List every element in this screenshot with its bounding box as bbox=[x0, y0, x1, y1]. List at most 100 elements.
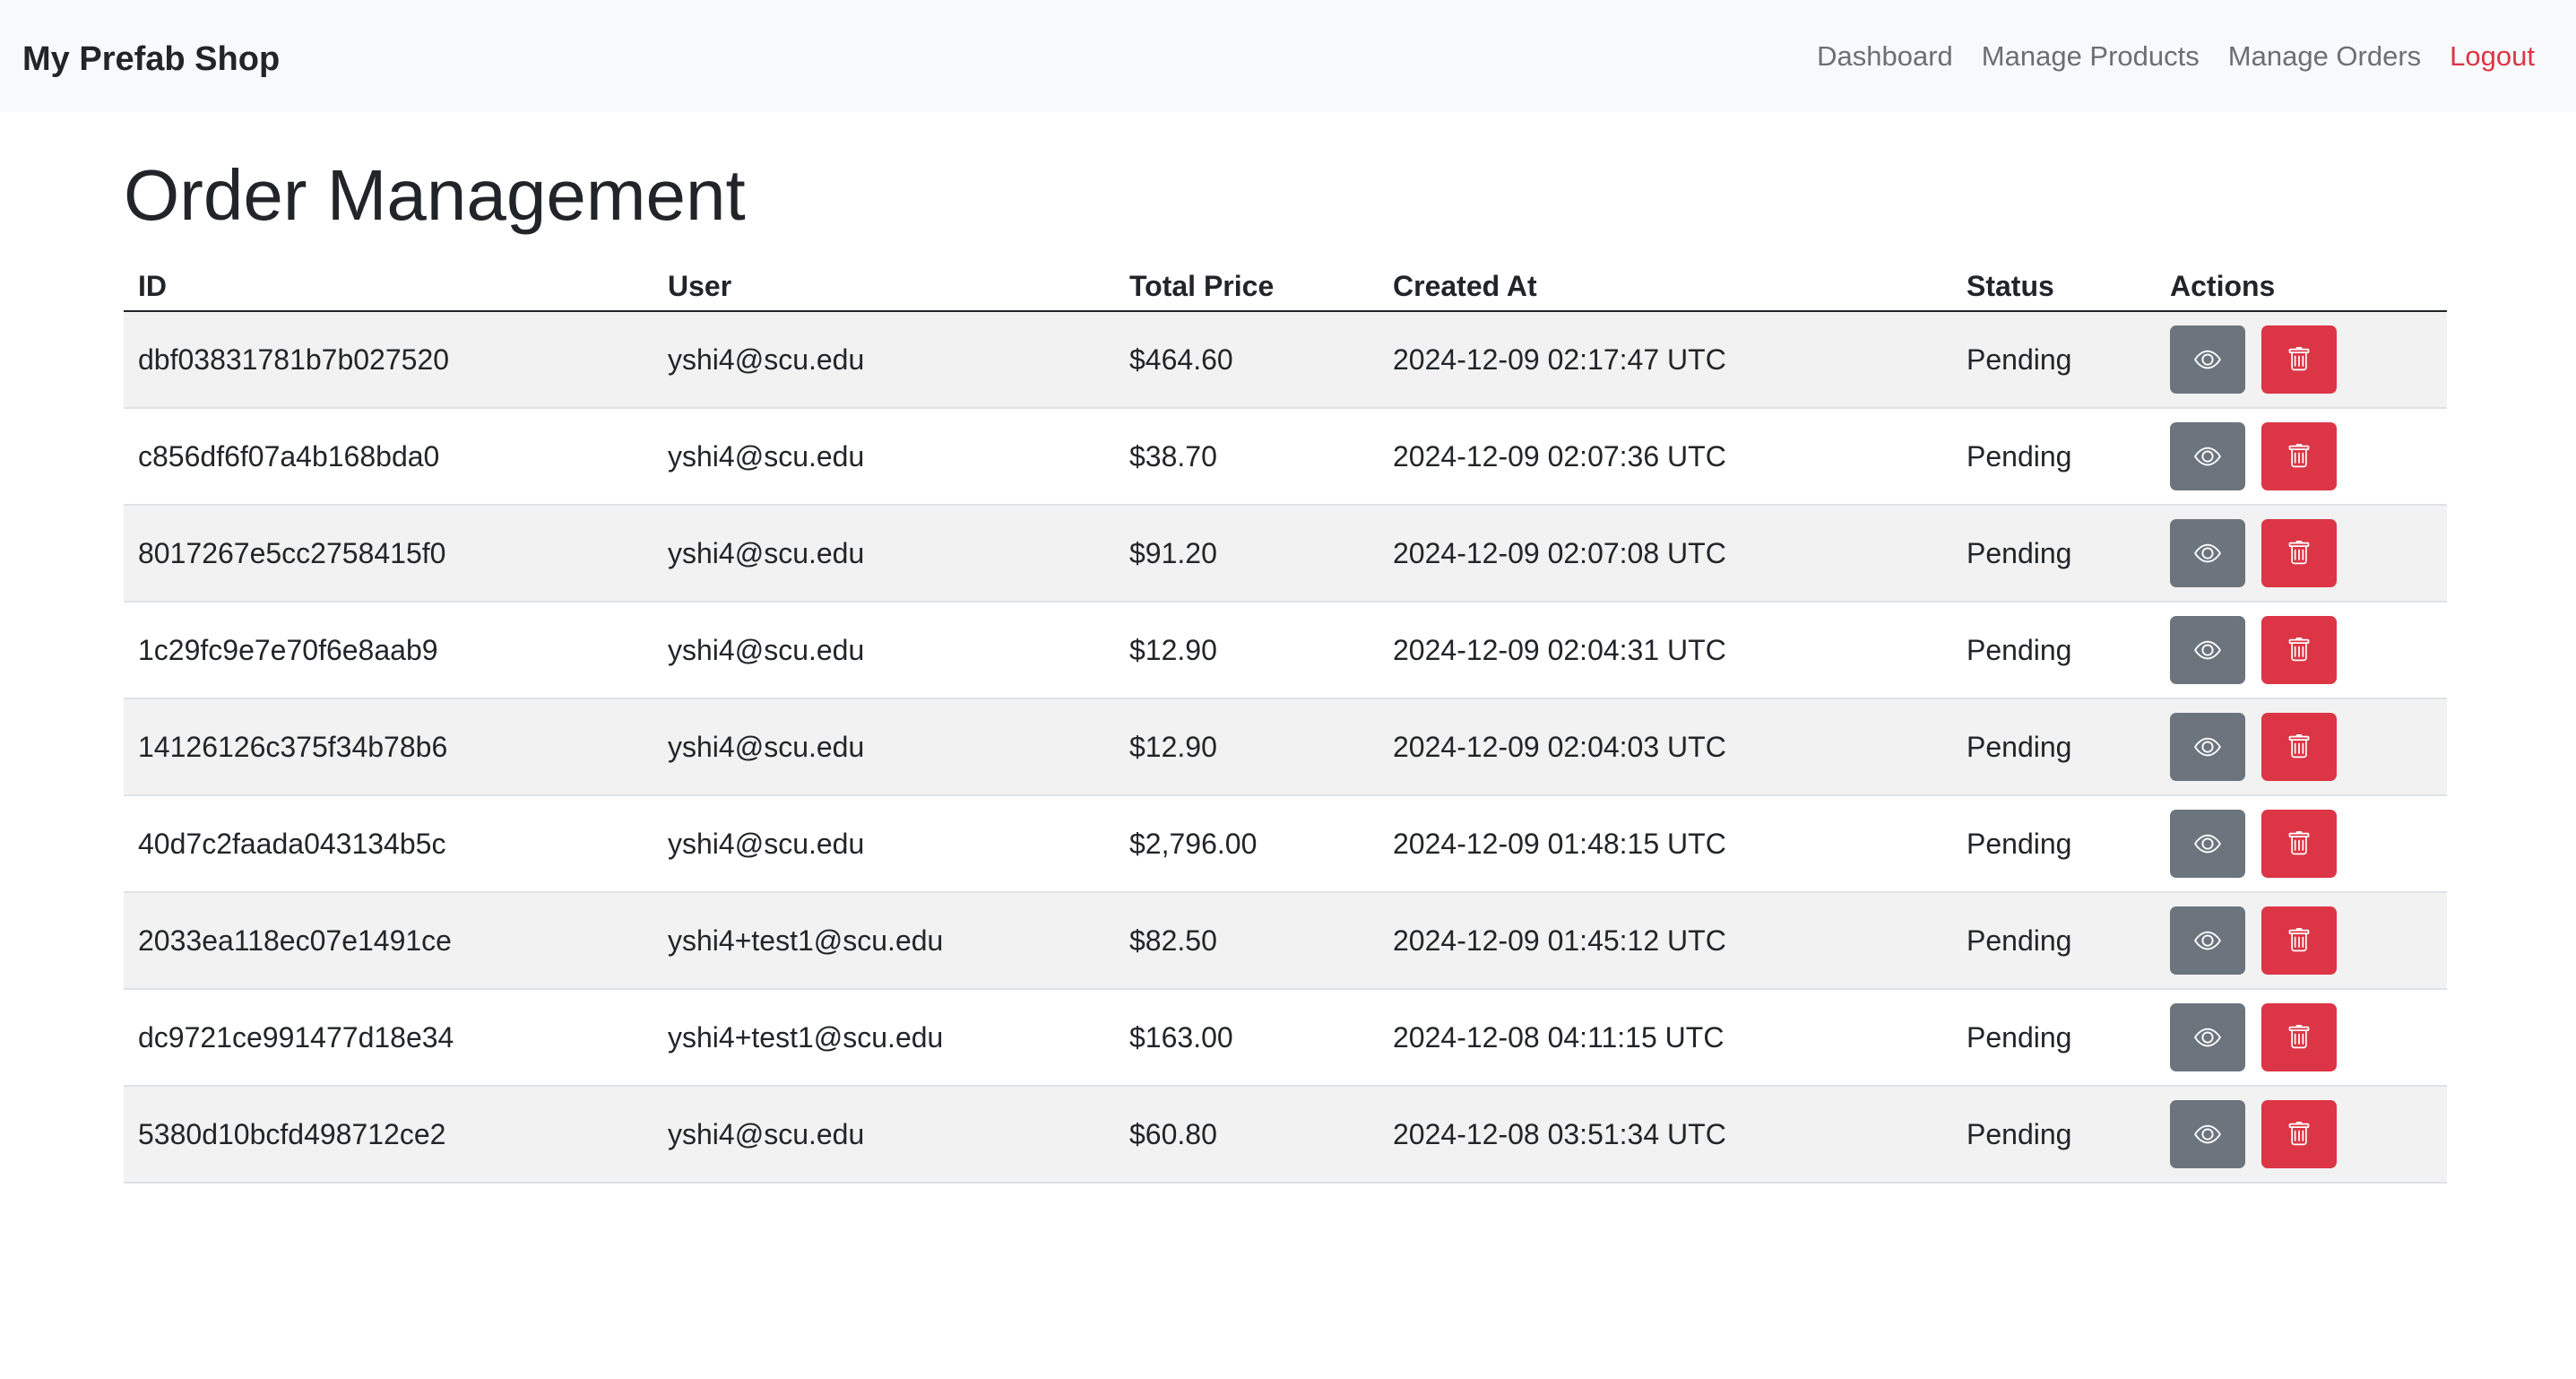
table-row: dc9721ce991477d18e34 yshi4+test1@scu.edu $… bbox=[124, 989, 2447, 1087]
order-id-cell: 40d7c2faada043134b5c bbox=[124, 795, 653, 893]
row-actions bbox=[2170, 519, 2433, 587]
delete-order-button[interactable] bbox=[2261, 519, 2337, 587]
order-created-cell: 2024-12-09 02:04:03 UTC bbox=[1379, 698, 1952, 796]
eye-icon bbox=[2194, 830, 2221, 857]
table-header-row: ID User Total Price Created At Status Ac… bbox=[124, 262, 2447, 312]
order-created-cell: 2024-12-09 01:48:15 UTC bbox=[1379, 795, 1952, 893]
view-order-button[interactable] bbox=[2170, 519, 2245, 587]
table-row: 1c29fc9e7e70f6e8aab9 yshi4@scu.edu $12.90 2… bbox=[124, 602, 2447, 699]
header-actions: Actions bbox=[2156, 262, 2447, 312]
navbar-brand[interactable]: My Prefab Shop bbox=[22, 33, 280, 79]
order-created-cell: 2024-12-09 02:07:36 UTC bbox=[1379, 408, 1952, 506]
order-created-cell: 2024-12-08 04:11:15 UTC bbox=[1379, 989, 1952, 1087]
view-order-button[interactable] bbox=[2170, 1003, 2245, 1071]
order-user-cell: yshi4+test1@scu.edu bbox=[653, 989, 1115, 1087]
order-total-cell: $82.50 bbox=[1115, 892, 1379, 990]
table-row: dbf03831781b7b027520 yshi4@scu.edu $464.60… bbox=[124, 311, 2447, 409]
order-created-cell: 2024-12-09 01:45:12 UTC bbox=[1379, 892, 1952, 990]
view-order-button[interactable] bbox=[2170, 616, 2245, 684]
order-status-cell: Pending bbox=[1952, 602, 2156, 699]
row-actions bbox=[2170, 616, 2433, 684]
order-id-cell: 8017267e5cc2758415f0 bbox=[124, 505, 653, 603]
table-row: 8017267e5cc2758415f0 yshi4@scu.edu $91.20 2… bbox=[124, 505, 2447, 603]
trash-icon bbox=[2286, 1122, 2312, 1147]
nav-link-logout[interactable]: Logout bbox=[2450, 40, 2535, 73]
view-order-button[interactable] bbox=[2170, 906, 2245, 975]
view-order-button[interactable] bbox=[2170, 325, 2245, 394]
delete-order-button[interactable] bbox=[2261, 422, 2337, 490]
order-status-cell: Pending bbox=[1952, 311, 2156, 409]
order-status-cell: Pending bbox=[1952, 408, 2156, 506]
delete-order-button[interactable] bbox=[2261, 616, 2337, 684]
order-total-cell: $12.90 bbox=[1115, 698, 1379, 796]
order-total-cell: $163.00 bbox=[1115, 989, 1379, 1087]
order-actions-cell bbox=[2156, 1086, 2447, 1184]
nav-link-dashboard[interactable]: Dashboard bbox=[1817, 40, 1953, 73]
delete-order-button[interactable] bbox=[2261, 810, 2337, 878]
order-total-cell: $464.60 bbox=[1115, 311, 1379, 409]
order-user-cell: yshi4@scu.edu bbox=[653, 795, 1115, 893]
order-user-cell: yshi4@scu.edu bbox=[653, 698, 1115, 796]
trash-icon bbox=[2286, 347, 2312, 372]
order-id-cell: 1c29fc9e7e70f6e8aab9 bbox=[124, 602, 653, 699]
order-user-cell: yshi4@scu.edu bbox=[653, 311, 1115, 409]
row-actions bbox=[2170, 1003, 2433, 1071]
delete-order-button[interactable] bbox=[2261, 1100, 2337, 1168]
table-row: 2033ea118ec07e1491ce yshi4+test1@scu.edu $… bbox=[124, 892, 2447, 990]
nav-link-manage-orders[interactable]: Manage Orders bbox=[2228, 40, 2421, 73]
eye-icon bbox=[2194, 1024, 2221, 1051]
order-created-cell: 2024-12-09 02:07:08 UTC bbox=[1379, 505, 1952, 603]
row-actions bbox=[2170, 906, 2433, 975]
order-status-cell: Pending bbox=[1952, 1086, 2156, 1184]
trash-icon bbox=[2286, 928, 2312, 953]
view-order-button[interactable] bbox=[2170, 713, 2245, 781]
order-id-cell: dc9721ce991477d18e34 bbox=[124, 989, 653, 1087]
orders-table: ID User Total Price Created At Status Ac… bbox=[124, 262, 2447, 1184]
trash-icon bbox=[2286, 637, 2312, 663]
header-status: Status bbox=[1952, 262, 2156, 312]
eye-icon bbox=[2194, 540, 2221, 567]
order-total-cell: $2,796.00 bbox=[1115, 795, 1379, 893]
order-user-cell: yshi4@scu.edu bbox=[653, 408, 1115, 506]
navbar: My Prefab Shop Dashboard Manage Products… bbox=[0, 0, 2576, 112]
delete-order-button[interactable] bbox=[2261, 325, 2337, 394]
trash-icon bbox=[2286, 831, 2312, 856]
eye-icon bbox=[2194, 443, 2221, 470]
view-order-button[interactable] bbox=[2170, 1100, 2245, 1168]
view-order-button[interactable] bbox=[2170, 422, 2245, 490]
nav-link-manage-products[interactable]: Manage Products bbox=[1982, 40, 2200, 73]
orders-table-body: dbf03831781b7b027520 yshi4@scu.edu $464.60… bbox=[124, 311, 2447, 1184]
trash-icon bbox=[2286, 444, 2312, 469]
order-id-cell: 2033ea118ec07e1491ce bbox=[124, 892, 653, 990]
order-user-cell: yshi4@scu.edu bbox=[653, 1086, 1115, 1184]
trash-icon bbox=[2286, 1025, 2312, 1050]
delete-order-button[interactable] bbox=[2261, 906, 2337, 975]
row-actions bbox=[2170, 1100, 2433, 1168]
delete-order-button[interactable] bbox=[2261, 1003, 2337, 1071]
order-created-cell: 2024-12-09 02:04:31 UTC bbox=[1379, 602, 1952, 699]
nav-links: Dashboard Manage Products Manage Orders … bbox=[1817, 40, 2535, 73]
order-total-cell: $60.80 bbox=[1115, 1086, 1379, 1184]
row-actions bbox=[2170, 325, 2433, 394]
order-id-cell: 14126126c375f34b78b6 bbox=[124, 698, 653, 796]
order-total-cell: $12.90 bbox=[1115, 602, 1379, 699]
eye-icon bbox=[2194, 733, 2221, 760]
eye-icon bbox=[2194, 637, 2221, 663]
order-actions-cell bbox=[2156, 408, 2447, 506]
order-status-cell: Pending bbox=[1952, 892, 2156, 990]
delete-order-button[interactable] bbox=[2261, 713, 2337, 781]
order-created-cell: 2024-12-08 03:51:34 UTC bbox=[1379, 1086, 1952, 1184]
row-actions bbox=[2170, 713, 2433, 781]
order-actions-cell bbox=[2156, 989, 2447, 1087]
row-actions bbox=[2170, 422, 2433, 490]
order-actions-cell bbox=[2156, 602, 2447, 699]
view-order-button[interactable] bbox=[2170, 810, 2245, 878]
order-id-cell: c856df6f07a4b168bda0 bbox=[124, 408, 653, 506]
order-user-cell: yshi4@scu.edu bbox=[653, 505, 1115, 603]
order-actions-cell bbox=[2156, 698, 2447, 796]
order-actions-cell bbox=[2156, 311, 2447, 409]
order-status-cell: Pending bbox=[1952, 795, 2156, 893]
order-status-cell: Pending bbox=[1952, 505, 2156, 603]
main-container: Order Management ID User Total Price Cre… bbox=[124, 112, 2447, 1184]
order-id-cell: 5380d10bcfd498712ce2 bbox=[124, 1086, 653, 1184]
